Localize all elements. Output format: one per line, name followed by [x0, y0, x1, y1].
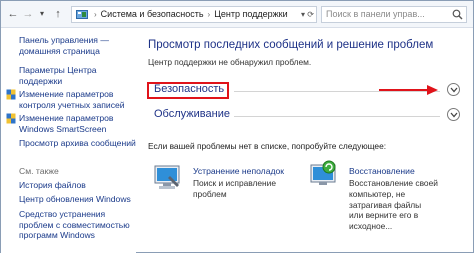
- link-compatibility-troubleshooter[interactable]: Средство устранения проблем с совместимос…: [19, 209, 130, 241]
- problem-hint: Если вашей проблемы нет в списке, попроб…: [148, 141, 387, 151]
- arrow-right-icon: [379, 85, 438, 95]
- address-bar: ← → ▾ ↑ › Система и безопасность › Центр по…: [1, 1, 473, 28]
- troubleshooting-link[interactable]: Устранение неполадок: [193, 166, 284, 176]
- breadcrumb-action-center[interactable]: Центр поддержки: [214, 9, 287, 19]
- see-also-heading: См. также: [19, 166, 59, 176]
- window: ← → ▾ ↑ › Система и безопасность › Центр по…: [0, 0, 474, 253]
- breadcrumb-system-security[interactable]: Система и безопасность: [101, 9, 204, 19]
- page-title: Просмотр последних сообщений и решение п…: [148, 39, 434, 51]
- shield-icon: [6, 113, 16, 124]
- link-uac-settings[interactable]: Изменение параметров контроля учетных зап…: [19, 89, 125, 110]
- main-pane: Просмотр последних сообщений и решение п…: [139, 29, 473, 253]
- section-maintenance[interactable]: Обслуживание: [148, 106, 460, 124]
- shield-icon: [6, 89, 16, 100]
- link-smartscreen-settings[interactable]: Изменение параметров Windows SmartScreen: [19, 113, 114, 134]
- up-button[interactable]: ↑: [51, 7, 65, 21]
- link-file-history[interactable]: История файлов: [19, 180, 86, 191]
- recovery-icon[interactable]: [309, 160, 339, 188]
- recovery-link[interactable]: Восстановление: [349, 166, 415, 176]
- forward-button[interactable]: →: [21, 7, 35, 21]
- troubleshooting-icon[interactable]: [153, 164, 183, 192]
- status-message: Центр поддержки не обнаружил проблем.: [148, 57, 312, 67]
- left-pane: Панель управления — домашняя страница Пар…: [1, 29, 136, 253]
- section-maintenance-label[interactable]: Обслуживание: [154, 108, 230, 120]
- chevron-down-icon[interactable]: [447, 108, 460, 121]
- link-action-center-settings[interactable]: Параметры Центра поддержки: [19, 65, 97, 86]
- link-message-archive[interactable]: Просмотр архива сообщений: [19, 138, 136, 149]
- control-panel-icon: [76, 10, 88, 19]
- address-controls[interactable]: ▾ ⟳: [301, 7, 314, 22]
- link-windows-update[interactable]: Центр обновления Windows: [19, 194, 131, 205]
- chevron-down-icon[interactable]: [447, 83, 460, 96]
- link-control-panel-home[interactable]: Панель управления — домашняя страница: [19, 35, 109, 56]
- search-input[interactable]: Поиск в панели управ...: [321, 6, 467, 23]
- highlight-frame: [147, 82, 229, 99]
- recent-pages-button[interactable]: ▾: [35, 7, 49, 21]
- divider: [234, 116, 440, 117]
- recovery-desc: Восстановление своей компьютер, не затра…: [349, 178, 438, 232]
- search-icon[interactable]: [452, 9, 463, 20]
- address-field[interactable]: › Система и безопасность › Центр поддержки …: [71, 6, 317, 23]
- troubleshooting-desc: Поиск и исправление проблем: [193, 178, 277, 199]
- back-button[interactable]: ←: [6, 7, 20, 21]
